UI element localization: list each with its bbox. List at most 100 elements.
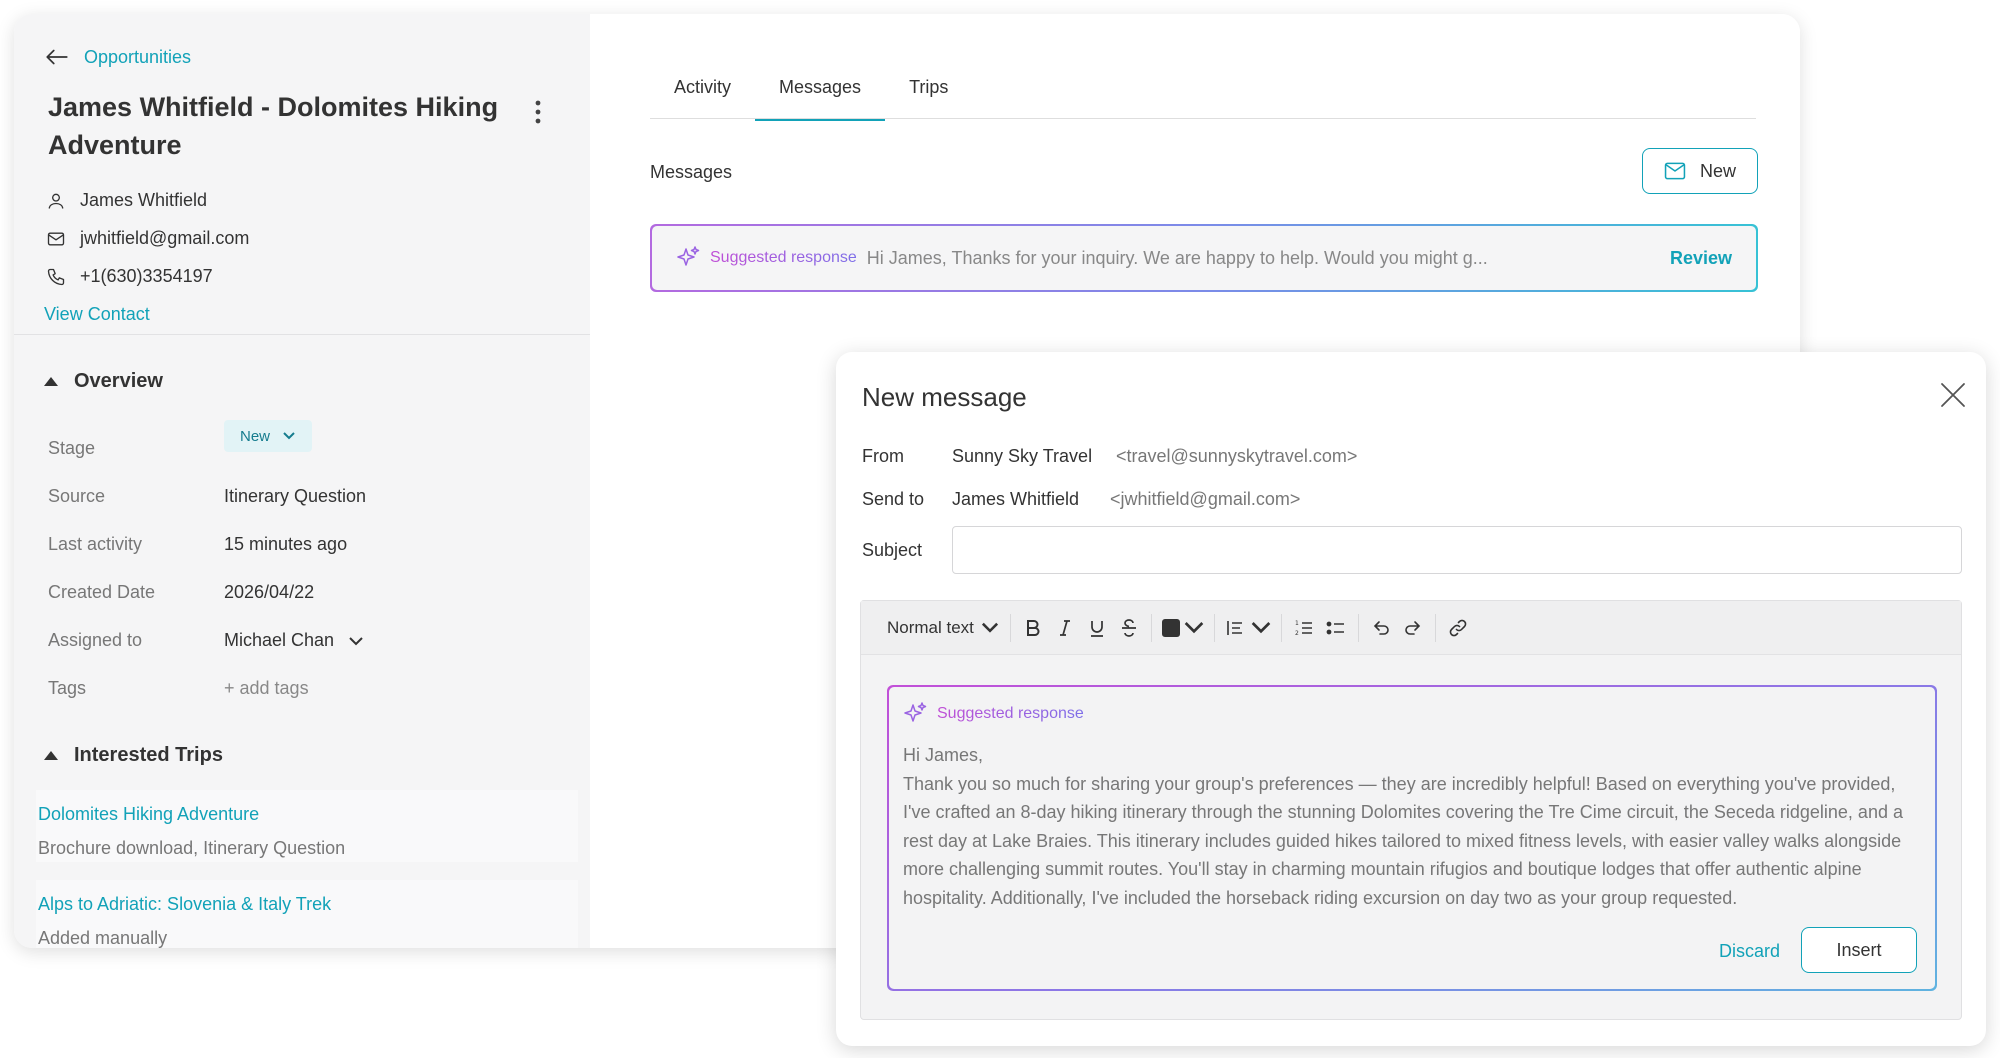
new-message-button[interactable]: New (1642, 148, 1758, 194)
close-icon[interactable] (1938, 380, 1968, 410)
toolbar-separator (1357, 613, 1359, 642)
chevron-down-icon (1184, 621, 1204, 633)
text-color-dropdown[interactable] (1158, 612, 1208, 644)
insert-button[interactable]: Insert (1801, 927, 1917, 973)
source-label: Source (48, 486, 106, 506)
view-contact-link[interactable]: View Contact (44, 304, 150, 325)
tab-activity[interactable]: Activity (650, 54, 755, 120)
suggested-response-box: Suggested response Hi James, Thank you s… (887, 685, 1937, 991)
last-activity-value: 15 minutes ago (224, 534, 348, 554)
text-format-label: Normal text (887, 617, 974, 637)
editor-toolbar: Normal text 12 (861, 601, 1961, 655)
toolbar-separator (1213, 613, 1215, 642)
toolbar-separator (1280, 613, 1282, 642)
svg-text:2: 2 (1295, 630, 1299, 637)
add-tags-link[interactable]: + add tags (224, 678, 309, 699)
tab-trips[interactable]: Trips (885, 54, 972, 120)
trip-description: Added manually (38, 928, 168, 948)
contact-email: jwhitfield@gmail.com (80, 228, 250, 248)
chevron-down-icon (1251, 621, 1271, 633)
italic-icon[interactable] (1049, 612, 1081, 644)
trip-name-link[interactable]: Dolomites Hiking Adventure (38, 804, 259, 825)
sparkle-icon (904, 702, 927, 722)
assigned-to-label: Assigned to (48, 630, 143, 650)
collapse-triangle-icon (44, 377, 58, 386)
source-value: Itinerary Question (224, 486, 367, 506)
suggested-response-text: Hi James, Thank you so much for sharing … (903, 741, 1919, 912)
more-options-icon[interactable] (526, 92, 550, 132)
subject-label: Subject (862, 540, 923, 560)
suggested-response-header: Suggested response (903, 701, 1084, 727)
suggested-response-preview: Hi James, Thanks for your inquiry. We ar… (866, 247, 1488, 268)
send-to-label: Send to (862, 489, 925, 509)
trip-item[interactable]: Alps to Adriatic: Slovenia & Italy Trek … (36, 880, 578, 948)
from-email: <travel@sunnyskytravel.com> (1116, 446, 1358, 466)
back-to-opportunities-link[interactable]: Opportunities (44, 44, 191, 70)
mail-icon (47, 232, 65, 245)
contact-phone: +1(630)3354197 (80, 266, 213, 286)
back-link-label: Opportunities (84, 46, 192, 67)
trip-description: Brochure download, Itinerary Question (38, 838, 346, 858)
trip-item[interactable]: Dolomites Hiking Adventure Brochure down… (36, 790, 578, 862)
tags-label: Tags (48, 678, 87, 698)
chevron-down-icon (981, 622, 998, 633)
send-to-name: James Whitfield (952, 489, 1080, 509)
discard-link[interactable]: Discard (1719, 941, 1780, 962)
mail-icon (1664, 162, 1686, 180)
toolbar-separator (1009, 613, 1011, 642)
from-label: From (862, 446, 904, 466)
numbered-list-icon[interactable]: 12 (1288, 612, 1320, 644)
stage-value: New (239, 427, 270, 445)
text-format-dropdown[interactable]: Normal text (883, 612, 1004, 644)
subject-input[interactable] (952, 526, 1962, 574)
suggested-response-bar: Suggested response Hi James, Thanks for … (650, 224, 1758, 292)
chevron-down-icon (283, 432, 295, 440)
bullet-list-icon[interactable] (1320, 612, 1352, 644)
opportunity-title: James Whitfield - Dolomites Hiking Adven… (48, 92, 499, 160)
contact-name-row: James Whitfield (46, 190, 207, 211)
trip-name-link[interactable]: Alps to Adriatic: Slovenia & Italy Trek (38, 894, 331, 915)
tab-bar: Activity Messages Trips (650, 54, 972, 121)
last-activity-label: Last activity (48, 534, 143, 554)
divider (14, 334, 590, 335)
send-to-email: <jwhitfield@gmail.com> (1110, 489, 1301, 509)
assigned-to-value: Michael Chan (224, 630, 335, 650)
message-editor[interactable]: Normal text 12 Suggested response Hi Jam… (860, 600, 1962, 1020)
phone-icon (47, 268, 65, 285)
overview-toggle[interactable]: Overview (44, 370, 163, 393)
person-icon (48, 193, 64, 209)
align-dropdown[interactable] (1221, 612, 1275, 644)
interested-trips-toggle[interactable]: Interested Trips (44, 744, 223, 767)
redo-icon[interactable] (1397, 612, 1429, 644)
bold-icon[interactable] (1017, 612, 1049, 644)
messages-heading: Messages (650, 162, 733, 182)
toolbar-separator (1150, 613, 1152, 642)
toolbar-separator (1434, 613, 1436, 642)
suggested-response-label: Suggested response (710, 249, 857, 266)
undo-icon[interactable] (1365, 612, 1397, 644)
new-message-dialog: New message From Sunny Sky Travel <trave… (836, 352, 1986, 1046)
created-date-label: Created Date (48, 582, 156, 602)
contact-phone-row: +1(630)3354197 (46, 266, 213, 287)
chevron-down-icon (349, 636, 363, 645)
collapse-triangle-icon (44, 751, 58, 760)
new-button-label: New (1699, 160, 1736, 181)
overview-heading: Overview (74, 370, 163, 392)
stage-dropdown[interactable]: New (224, 420, 312, 452)
sparkle-icon (677, 246, 700, 266)
link-icon[interactable] (1442, 612, 1474, 644)
underline-icon[interactable] (1081, 612, 1113, 644)
interested-trips-heading: Interested Trips (74, 744, 223, 766)
color-swatch-icon (1161, 618, 1180, 637)
align-left-icon (1227, 620, 1242, 635)
from-name: Sunny Sky Travel (952, 446, 1093, 466)
contact-name: James Whitfield (80, 190, 208, 210)
strikethrough-icon[interactable] (1113, 612, 1145, 644)
review-link[interactable]: Review (1670, 248, 1732, 269)
created-date-value: 2026/04/22 (224, 582, 315, 602)
suggested-response-label: Suggested response (937, 705, 1084, 722)
tab-messages[interactable]: Messages (755, 54, 886, 121)
suggested-response-body: Thank you so much for sharing your group… (903, 773, 1903, 908)
svg-text:1: 1 (1295, 620, 1299, 627)
assigned-to-dropdown[interactable]: Michael Chan (224, 630, 364, 651)
